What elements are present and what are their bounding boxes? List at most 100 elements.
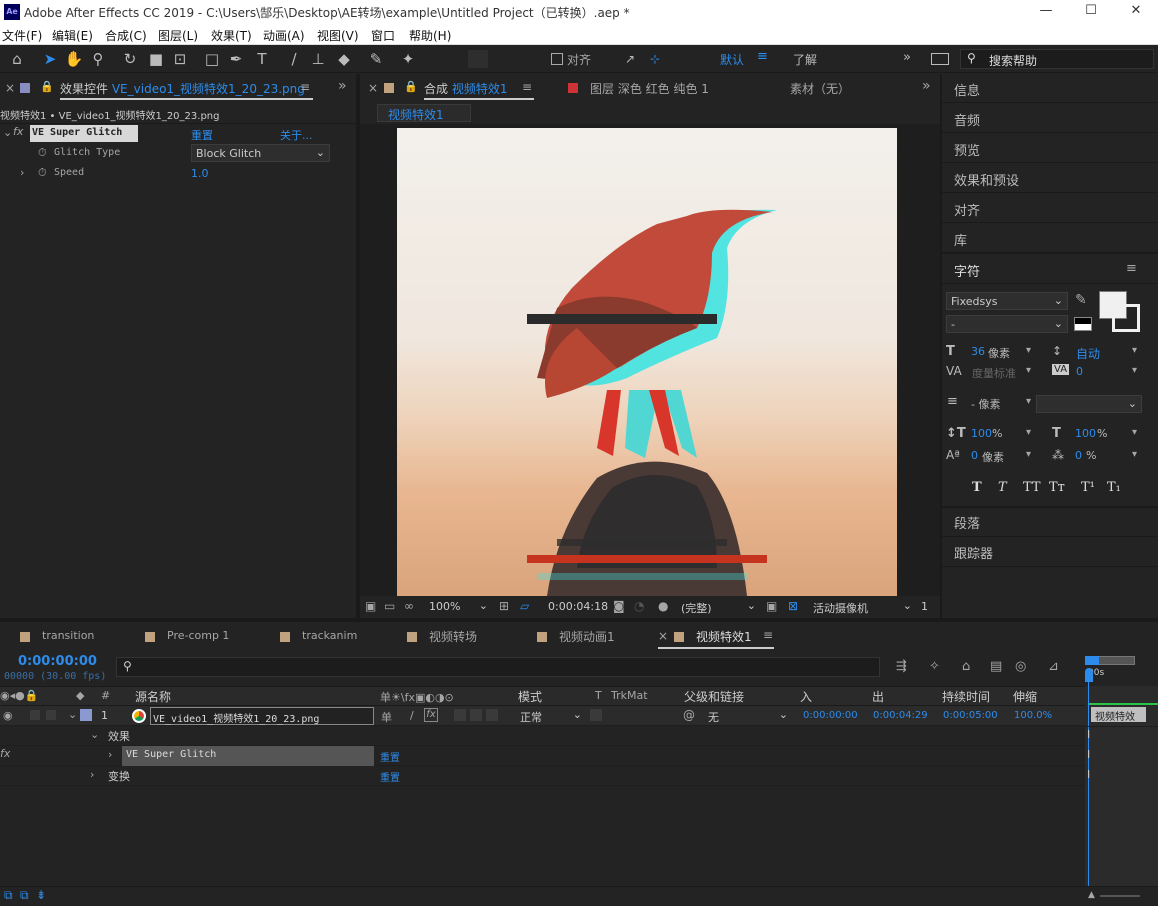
chevron-down-icon[interactable]: ▾ — [1026, 345, 1031, 356]
info-panel-tab[interactable]: 信息 — [954, 80, 980, 99]
in-out-toggle-icon[interactable]: ⇟ — [36, 888, 46, 902]
region-of-interest-icon[interactable]: ▱ — [520, 599, 529, 613]
timeline-tab-video-effect[interactable]: 视频特效1 — [696, 628, 752, 645]
lock-toggle[interactable] — [46, 710, 56, 720]
close-tab-icon[interactable]: × — [368, 81, 378, 95]
zoom-tool-icon[interactable]: ⚲ — [88, 49, 108, 69]
rotate-tool-icon[interactable]: ↻ — [120, 49, 140, 69]
always-preview-icon[interactable]: ▣ — [365, 599, 376, 613]
workspace-overflow-icon[interactable]: » — [903, 50, 911, 65]
menu-view[interactable]: 视图(V) — [317, 27, 359, 44]
stroke-style-dropdown[interactable]: ⌄ — [1036, 395, 1142, 413]
chevron-down-icon[interactable]: ▾ — [1132, 427, 1137, 438]
chevron-down-icon[interactable]: ▾ — [1132, 345, 1137, 356]
lock-icon[interactable]: 🔒 — [404, 80, 418, 93]
effects-group-row[interactable] — [0, 726, 1085, 746]
search-panel-icon[interactable] — [931, 53, 949, 65]
resolution-dropdown[interactable]: (完整) ⌄ — [677, 598, 759, 616]
workspace-learn[interactable]: 了解 — [793, 51, 817, 68]
brush-tool-icon[interactable]: / — [284, 49, 304, 69]
stopwatch-icon[interactable]: ⏱ — [38, 146, 47, 160]
close-tab-icon[interactable]: × — [658, 629, 668, 643]
vertical-scale-value[interactable]: 100 — [971, 427, 992, 440]
transform-reset-link[interactable]: 重置 — [380, 769, 400, 784]
menu-window[interactable]: 窗口 — [371, 27, 395, 44]
stroke-width-value[interactable]: - 像素 — [971, 396, 1000, 412]
3d-switch[interactable] — [486, 709, 498, 721]
effect-name-cell[interactable]: VE Super Glitch — [122, 746, 374, 766]
expand-arrow-icon[interactable]: ⌄ — [3, 126, 12, 139]
composition-tab[interactable]: 合成 视频特效1 — [424, 80, 507, 97]
faux-italic-button[interactable]: T — [998, 480, 1007, 495]
zoom-slider[interactable] — [1100, 895, 1140, 897]
reset-link[interactable]: 重置 — [191, 127, 213, 143]
subscript-button[interactable]: T₁ — [1107, 480, 1121, 495]
timeline-search-field[interactable]: ⚲ — [116, 657, 880, 677]
transform-row[interactable] — [0, 766, 1085, 786]
effects-presets-panel-tab[interactable]: 效果和预设 — [954, 170, 1019, 189]
playhead-handle[interactable] — [1085, 668, 1093, 682]
font-style-dropdown[interactable]: - ⌄ — [946, 315, 1068, 333]
blend-mode-dropdown[interactable]: 正常 ⌄ — [516, 707, 584, 725]
horizontal-scale-value[interactable]: 100 — [1075, 427, 1096, 440]
panel-menu-icon[interactable]: ≡ — [1126, 261, 1137, 276]
clone-stamp-tool-icon[interactable]: ⊥ — [308, 49, 328, 69]
layer-duration[interactable]: 0:00:05:00 — [943, 710, 998, 721]
quality-switch[interactable]: / — [410, 709, 414, 722]
draft-3d-icon[interactable]: ✧ — [929, 659, 940, 674]
local-axis-icon[interactable] — [468, 50, 488, 68]
graph-editor-icon[interactable]: ⊿ — [1048, 659, 1059, 674]
adjustment-switch[interactable] — [470, 709, 482, 721]
chevron-down-icon[interactable]: ▾ — [1132, 449, 1137, 460]
chevron-down-icon[interactable]: ▾ — [1026, 427, 1031, 438]
maximize-button[interactable]: ☐ — [1071, 2, 1111, 22]
stroke-color-swatch[interactable] — [1112, 304, 1140, 332]
panel-overflow-icon[interactable]: » — [338, 78, 347, 94]
workspace-menu-icon[interactable]: ≡ — [757, 49, 768, 64]
col-trkmat[interactable]: TrkMat — [611, 689, 648, 702]
layer-name-field[interactable]: VE_video1_视频特效1_20_23.png — [150, 707, 374, 725]
shy-switch[interactable]: 单 — [381, 709, 392, 725]
pan-behind-tool-icon[interactable]: ⊡ — [170, 49, 190, 69]
menu-layer[interactable]: 图层(L) — [158, 27, 198, 44]
menu-edit[interactable]: 编辑(E) — [52, 27, 93, 44]
fx-switch[interactable]: fx — [424, 708, 438, 722]
comp-viewer[interactable] — [360, 124, 940, 596]
library-panel-tab[interactable]: 库 — [954, 230, 967, 249]
expand-arrow-icon[interactable]: › — [20, 166, 24, 179]
layer-switches-toggle-icon[interactable]: ⧉ — [4, 888, 13, 903]
timeline-tab-video-anim[interactable]: 视频动画1 — [559, 628, 615, 645]
panel-menu-icon[interactable]: ≡ — [300, 80, 310, 94]
menu-effect[interactable]: 效果(T) — [211, 27, 252, 44]
snap-options-icon[interactable]: ⊹ — [645, 49, 665, 69]
timeline-tab-video-transition[interactable]: 视频转场 — [429, 628, 477, 645]
font-size-value[interactable]: 36 — [971, 345, 985, 358]
default-colors-icon[interactable] — [1074, 317, 1092, 331]
panel-overflow-icon[interactable]: » — [922, 78, 931, 94]
current-timecode[interactable]: 0:00:00:00 — [18, 654, 97, 669]
views-dropdown[interactable]: 1 — [921, 600, 928, 613]
snap-icon[interactable]: ↗ — [620, 49, 640, 69]
superscript-button[interactable]: T¹ — [1081, 480, 1095, 495]
panel-menu-icon[interactable]: ≡ — [763, 628, 773, 642]
selection-tool-icon[interactable]: ➤ — [40, 49, 60, 69]
close-tab-icon[interactable]: × — [5, 81, 15, 95]
show-snapshot-icon[interactable]: ◔ — [634, 599, 644, 613]
layer-label-color[interactable] — [80, 709, 92, 721]
search-help-field[interactable]: ⚲ 搜索帮助 — [960, 49, 1154, 69]
effect-name-label[interactable]: VE Super Glitch — [32, 127, 122, 138]
small-caps-button[interactable]: Tт — [1049, 480, 1065, 495]
leading-value[interactable]: 自动 — [1076, 345, 1100, 362]
kerning-value[interactable]: 度量标准 — [972, 365, 1016, 381]
footage-tab[interactable]: 素材（无） — [790, 80, 850, 97]
mask-visibility-icon[interactable]: ∞ — [404, 599, 414, 613]
modes-toggle-icon[interactable]: ⧉ — [20, 888, 29, 903]
paragraph-panel-tab[interactable]: 段落 — [954, 513, 980, 532]
menu-composition[interactable]: 合成(C) — [105, 27, 147, 44]
motion-blur-switch[interactable] — [454, 709, 466, 721]
baseline-shift-value[interactable]: 0 — [971, 449, 978, 462]
tsume-value[interactable]: 0 — [1075, 449, 1082, 462]
speed-value[interactable]: 1.0 — [191, 167, 209, 180]
visibility-eye-icon[interactable]: ◉ — [3, 709, 13, 722]
chevron-down-icon[interactable]: ▾ — [1026, 449, 1031, 460]
